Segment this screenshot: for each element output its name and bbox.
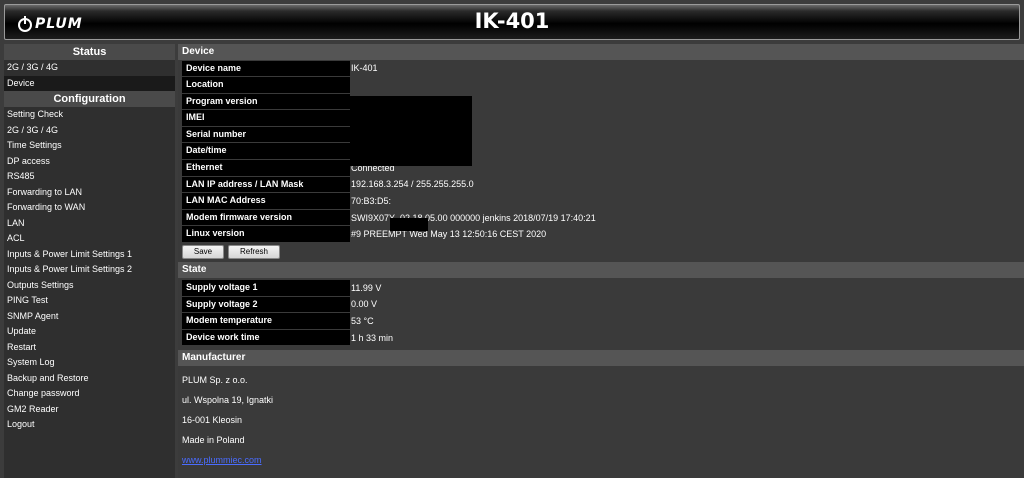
sidebar-item-config[interactable]: Forwarding to WAN (4, 200, 175, 216)
table-row: Modem firmware version SWI9X07Y_02.18.05.… (182, 209, 1024, 226)
page-title: IK-401 (474, 9, 550, 33)
row-value: 11.99 V (351, 282, 382, 293)
sidebar-item-config[interactable]: SNMP Agent (4, 309, 175, 325)
sidebar-heading-configuration: Configuration (4, 91, 175, 107)
sidebar: Status 2G / 3G / 4G Device Configuration… (4, 44, 175, 478)
table-row: Supply voltage 2 0.00 V (182, 296, 1024, 313)
sidebar-item-config[interactable]: Change password (4, 386, 175, 402)
manufacturer-company: PLUM Sp. z o.o. (182, 374, 248, 385)
row-label: Serial number (182, 126, 350, 143)
table-row: Date/time2020-09-10 15:55:57 (182, 143, 1024, 160)
sidebar-item-config[interactable]: Inputs & Power Limit Settings 2 (4, 262, 175, 278)
row-label: Program version (182, 93, 350, 110)
sidebar-item-config[interactable]: System Log (4, 355, 175, 371)
manufacturer-info: PLUM Sp. z o.o. ul. Wspolna 19, Ignatki … (178, 370, 1024, 470)
row-label: Supply voltage 2 (182, 296, 350, 313)
section-heading-device: Device (178, 44, 1024, 60)
row-value: IK-401 (351, 63, 378, 74)
redacted-block (350, 96, 472, 166)
config-menu: Setting Check 2G / 3G / 4G Time Settings DP… (4, 107, 175, 433)
row-label: Modem temperature (182, 313, 350, 329)
header-bar: PLUM IK-401 (4, 4, 1020, 40)
row-label: Ethernet (182, 160, 350, 176)
sidebar-item-status-network[interactable]: 2G / 3G / 4G (4, 60, 175, 76)
row-label: Linux version (182, 226, 350, 243)
sidebar-item-config[interactable]: Update (4, 324, 175, 340)
row-label: Device name (182, 60, 350, 77)
row-label: Location (182, 77, 350, 93)
table-row: Supply voltage 1 11.99 V (182, 280, 1024, 297)
sidebar-item-config[interactable]: PING Test (4, 293, 175, 309)
table-row: Linux version #9 PREEMPT Wed May 13 12:50… (182, 226, 1024, 243)
row-label: IMEI (182, 110, 350, 126)
sidebar-item-device[interactable]: Device (4, 75, 175, 91)
manufacturer-website-link[interactable]: www.plummiec.com (182, 455, 262, 465)
action-buttons: Save Refresh (178, 243, 1024, 261)
section-heading-state: State (178, 261, 1024, 278)
manufacturer-street: ul. Wspolna 19, Ignatki (182, 394, 274, 405)
manufacturer-city: 16-001 Kleosin (182, 414, 243, 425)
sidebar-item-config[interactable]: 2G / 3G / 4G (4, 123, 175, 139)
table-row: IMEI (182, 110, 1024, 127)
row-label: Modem firmware version (182, 209, 350, 226)
row-label: Device work time (182, 329, 350, 346)
refresh-button[interactable]: Refresh (228, 244, 280, 259)
row-value: 192.168.3.254 / 255.255.255.0 (351, 179, 474, 190)
save-button[interactable]: Save (182, 244, 224, 259)
device-table: Device name IK-401 Location Program version… (178, 60, 1024, 243)
table-row: Serial number (182, 126, 1024, 143)
manufacturer-country: Made in Poland (182, 434, 245, 445)
row-value: 0.00 V (351, 299, 378, 310)
table-row: LAN MAC Address 70:B3:D5: (182, 193, 1024, 210)
row-value: SWI9X07Y_02.18.05.00 000000 jenkins 2018… (351, 212, 596, 223)
section-heading-manufacturer: Manufacturer (178, 349, 1024, 366)
redacted-mac (390, 218, 428, 231)
sidebar-item-config[interactable]: Outputs Settings (4, 278, 175, 294)
table-row: Ethernet Connected (182, 160, 1024, 177)
row-value: #9 PREEMPT Wed May 13 12:50:16 CEST 2020 (351, 229, 547, 240)
row-label: LAN MAC Address (182, 193, 350, 209)
table-row: Device work time 1 h 33 min (182, 329, 1024, 346)
sidebar-item-config[interactable]: Inputs & Power Limit Settings 1 (4, 247, 175, 263)
sidebar-item-config[interactable]: GM2 Reader (4, 402, 175, 418)
sidebar-heading-status: Status (4, 44, 175, 60)
table-row: Device name IK-401 (182, 60, 1024, 77)
sidebar-item-config[interactable]: DP access (4, 154, 175, 170)
table-row: Location (182, 77, 1024, 94)
main-content: Device Device name IK-401 Location Program … (178, 44, 1024, 478)
sidebar-item-config[interactable]: Forwarding to LAN (4, 185, 175, 201)
table-row: Program version (182, 93, 1024, 110)
sidebar-item-config[interactable]: Logout (4, 417, 175, 433)
table-row: LAN IP address / LAN Mask 192.168.3.254 /… (182, 176, 1024, 193)
sidebar-item-config[interactable]: Setting Check (4, 107, 175, 123)
row-label: Supply voltage 1 (182, 280, 350, 296)
row-value: 53 °C (351, 316, 374, 327)
row-value: 1 h 33 min (351, 332, 394, 343)
table-row: Modem temperature 53 °C (182, 313, 1024, 330)
sidebar-item-config[interactable]: ACL (4, 231, 175, 247)
state-table: Supply voltage 1 11.99 V Supply voltage 20… (178, 280, 1024, 346)
row-label: LAN IP address / LAN Mask (182, 176, 350, 193)
sidebar-item-config[interactable]: LAN (4, 216, 175, 232)
row-label: Date/time (182, 143, 350, 160)
row-value: 70:B3:D5: (351, 196, 392, 207)
sidebar-item-config[interactable]: Backup and Restore (4, 371, 175, 387)
sidebar-item-config[interactable]: Restart (4, 340, 175, 356)
sidebar-item-config[interactable]: RS485 (4, 169, 175, 185)
sidebar-item-config[interactable]: Time Settings (4, 138, 175, 154)
